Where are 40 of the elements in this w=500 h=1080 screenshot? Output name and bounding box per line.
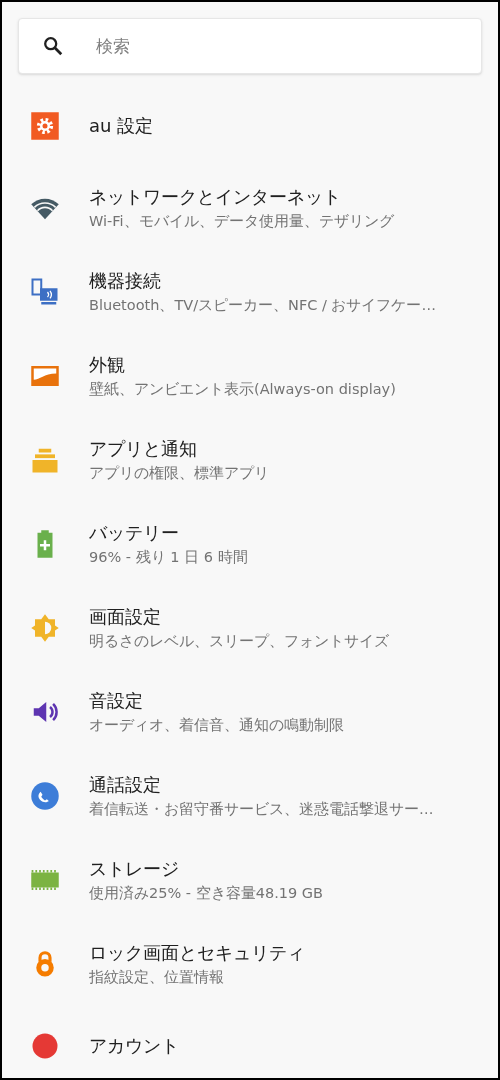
item-title: au 設定 xyxy=(89,114,154,138)
brightness-icon xyxy=(30,613,60,643)
item-title: ロック画面とセキュリティ xyxy=(89,941,305,965)
item-title: 通話設定 xyxy=(89,773,162,797)
settings-item[interactable]: バッテリー 96% - 残り 1 日 6 時間 xyxy=(2,502,498,586)
item-subtitle: 使用済み25% - 空き容量48.19 GB xyxy=(89,884,323,903)
settings-item[interactable]: アプリと通知 アプリの権限、標準アプリ xyxy=(2,418,498,502)
item-title: アカウント xyxy=(89,1034,179,1058)
item-title: バッテリー xyxy=(89,521,180,545)
item-subtitle: 96% - 残り 1 日 6 時間 xyxy=(89,548,248,567)
settings-item[interactable]: au 設定 xyxy=(2,86,498,166)
settings-item[interactable]: 通話設定 着信転送・お留守番サービス、迷惑電話撃退サー… xyxy=(2,754,498,838)
item-subtitle: 壁紙、アンビエント表示(Always-on display) xyxy=(89,380,396,399)
item-subtitle: アプリの権限、標準アプリ xyxy=(89,464,269,483)
devices-icon xyxy=(30,277,60,307)
settings-item[interactable]: 画面設定 明るさのレベル、スリープ、フォントサイズ xyxy=(2,586,498,670)
gear-icon xyxy=(30,111,60,141)
item-title: ネットワークとインターネット xyxy=(89,185,342,209)
item-subtitle: Wi-Fi、モバイル、データ使用量、テザリング xyxy=(89,212,394,231)
item-subtitle: 明るさのレベル、スリープ、フォントサイズ xyxy=(89,632,389,651)
item-title: 画面設定 xyxy=(89,605,162,629)
settings-item[interactable]: ロック画面とセキュリティ 指紋設定、位置情報 xyxy=(2,922,498,1006)
item-title: ストレージ xyxy=(89,857,180,881)
item-subtitle: 指紋設定、位置情報 xyxy=(89,968,225,987)
item-subtitle: Bluetooth、TV/スピーカー、NFC / おサイフケー… xyxy=(89,296,436,315)
settings-item[interactable]: 機器接続 Bluetooth、TV/スピーカー、NFC / おサイフケー… xyxy=(2,250,498,334)
settings-item[interactable]: 音設定 オーディオ、着信音、通知の鳴動制限 xyxy=(2,670,498,754)
item-title: 機器接続 xyxy=(89,269,162,293)
search-field[interactable]: 検索 xyxy=(18,18,482,74)
item-subtitle: 着信転送・お留守番サービス、迷惑電話撃退サー… xyxy=(89,800,434,819)
settings-item[interactable]: ネットワークとインターネット Wi-Fi、モバイル、データ使用量、テザリング xyxy=(2,166,498,250)
item-title: 音設定 xyxy=(89,689,144,713)
item-subtitle: オーディオ、着信音、通知の鳴動制限 xyxy=(89,716,344,735)
settings-item[interactable]: ストレージ 使用済み25% - 空き容量48.19 GB xyxy=(2,838,498,922)
settings-item[interactable]: 外観 壁紙、アンビエント表示(Always-on display) xyxy=(2,334,498,418)
phone-icon xyxy=(30,781,60,811)
settings-item[interactable]: アカウント xyxy=(2,1006,498,1078)
item-title: 外観 xyxy=(89,353,126,377)
item-title: アプリと通知 xyxy=(89,437,198,461)
search-icon xyxy=(42,35,64,57)
